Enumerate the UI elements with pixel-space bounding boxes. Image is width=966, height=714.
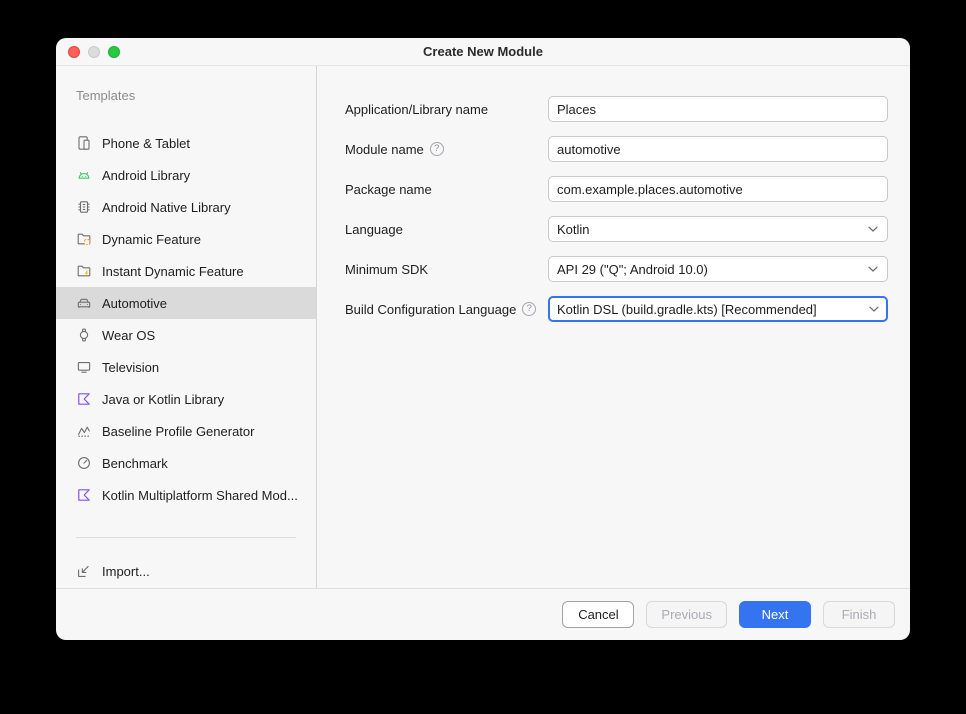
sidebar-item-instant-dynamic-feature[interactable]: Instant Dynamic Feature [56,255,316,287]
form-row-minimum-sdk: Minimum SDK API 29 ("Q"; Android 10.0) [345,256,888,282]
form-row-build-configuration-language: Build Configuration Language? Kotlin DSL … [345,296,888,322]
field-label: Package name [345,182,432,197]
field-label: Application/Library name [345,102,488,117]
field-label-wrap: Application/Library name [345,102,548,117]
sidebar-item-wear-os[interactable]: Wear OS [56,319,316,351]
field-label-wrap: Package name [345,182,548,197]
sidebar-item-label: Automotive [102,296,167,311]
profile-chart-icon [76,423,92,439]
field-label: Module name [345,142,424,157]
sidebar-item-television[interactable]: Television [56,351,316,383]
sidebar-item-label: Phone & Tablet [102,136,190,151]
help-icon[interactable]: ? [430,142,444,156]
field-label: Minimum SDK [345,262,428,277]
previous-button: Previous [646,601,727,628]
field-label-wrap: Module name? [345,142,548,157]
next-button[interactable]: Next [739,601,811,628]
module-name-input[interactable] [548,136,888,162]
sidebar-item-android-native-library[interactable]: Android Native Library [56,191,316,223]
sidebar-divider [76,537,296,538]
dynamic-feature-folder-icon [76,231,92,247]
sidebar-item-dynamic-feature[interactable]: Dynamic Feature [56,223,316,255]
sidebar-item-label: Instant Dynamic Feature [102,264,244,279]
package-name-input[interactable] [548,176,888,202]
help-icon[interactable]: ? [522,302,536,316]
import-module-item[interactable]: Import... [56,555,316,587]
sidebar-item-android-library[interactable]: Android Library [56,159,316,191]
chevron-down-icon [868,305,880,313]
templates-sidebar: Templates Phone & Tablet Android Library A… [56,66,317,588]
dialog-footer: Cancel Previous Next Finish [56,588,910,640]
watch-icon [76,327,92,343]
minimum-sdk-select[interactable]: API 29 ("Q"; Android 10.0) [548,256,888,282]
form-row-package-name: Package name [345,176,888,202]
field-label: Build Configuration Language [345,302,516,317]
sidebar-item-phone-tablet[interactable]: Phone & Tablet [56,127,316,159]
selected-value: Kotlin [557,222,590,237]
sidebar-item-java-or-kotlin-library[interactable]: Java or Kotlin Library [56,383,316,415]
desktop-background: { "window": { "title": "Create New Modul… [0,0,966,714]
dialog-title: Create New Module [56,38,910,65]
title-bar[interactable]: Create New Module [56,38,910,66]
form-row-module-name: Module name? [345,136,888,162]
sidebar-header: Templates [76,88,316,103]
import-label: Import... [102,564,150,579]
field-label-wrap: Language [345,222,548,237]
android-icon [76,167,92,183]
minimize-window-button[interactable] [88,46,100,58]
sidebar-item-automotive[interactable]: Automotive [56,287,316,319]
selected-value: Kotlin DSL (build.gradle.kts) [Recommend… [557,302,817,317]
module-form: Application/Library name Module name? Pack… [317,66,910,588]
cancel-button[interactable]: Cancel [562,601,634,628]
traffic-lights [68,46,120,58]
chip-icon [76,199,92,215]
finish-button: Finish [823,601,895,628]
sidebar-item-label: Dynamic Feature [102,232,201,247]
kotlin-icon [76,487,92,503]
field-label: Language [345,222,403,237]
close-window-button[interactable] [68,46,80,58]
dialog-content: Templates Phone & Tablet Android Library A… [56,66,910,588]
phone-tablet-icon [76,135,92,151]
sidebar-item-label: Benchmark [102,456,168,471]
sidebar-item-label: Wear OS [102,328,155,343]
build-configuration-language-select[interactable]: Kotlin DSL (build.gradle.kts) [Recommend… [548,296,888,322]
sidebar-item-label: Kotlin Multiplatform Shared Mod... [102,488,298,503]
field-label-wrap: Build Configuration Language? [345,302,548,317]
sidebar-item-baseline-profile-generator[interactable]: Baseline Profile Generator [56,415,316,447]
instant-feature-folder-icon [76,263,92,279]
field-label-wrap: Minimum SDK [345,262,548,277]
create-new-module-dialog: Create New Module Templates Phone & Tabl… [56,38,910,640]
language-select[interactable]: Kotlin [548,216,888,242]
sidebar-item-kotlin-multiplatform-shared-mod[interactable]: Kotlin Multiplatform Shared Mod... [56,479,316,511]
application-library-name-input[interactable] [548,96,888,122]
sidebar-item-label: Android Library [102,168,190,183]
form-row-language: Language Kotlin [345,216,888,242]
sidebar-item-label: Android Native Library [102,200,231,215]
form-row-application-library-name: Application/Library name [345,96,888,122]
sidebar-item-label: Java or Kotlin Library [102,392,224,407]
sidebar-item-label: Television [102,360,159,375]
sidebar-item-benchmark[interactable]: Benchmark [56,447,316,479]
template-list: Phone & Tablet Android Library Android Nat… [56,127,316,511]
gauge-icon [76,455,92,471]
selected-value: API 29 ("Q"; Android 10.0) [557,262,708,277]
zoom-window-button[interactable] [108,46,120,58]
sidebar-item-label: Baseline Profile Generator [102,424,254,439]
tv-icon [76,359,92,375]
import-icon [76,563,92,579]
car-icon [76,295,92,311]
chevron-down-icon [867,265,879,273]
chevron-down-icon [867,225,879,233]
kotlin-icon [76,391,92,407]
